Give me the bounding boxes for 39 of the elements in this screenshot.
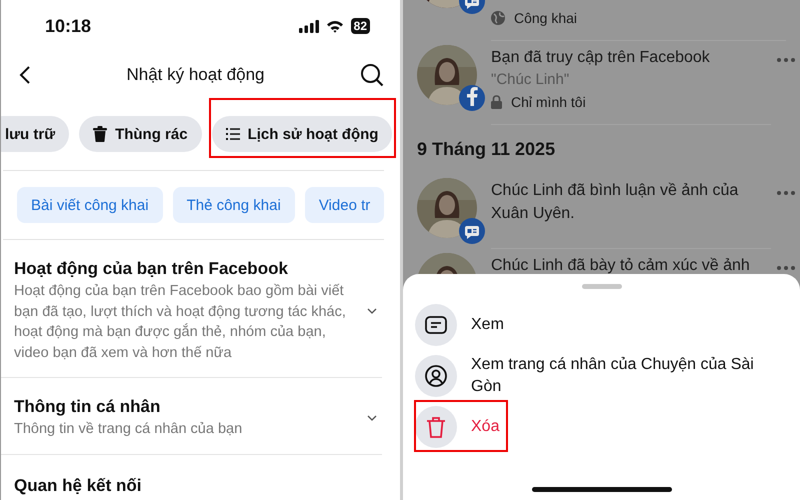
list-icon xyxy=(226,128,240,140)
signal-icon xyxy=(298,20,319,32)
battery-level: 82 xyxy=(350,18,370,34)
privacy-label: Chỉ mình tôi xyxy=(511,94,586,110)
section-description: Thông tin về trang cá nhân của bạn xyxy=(14,420,244,439)
chevron-down-icon[interactable] xyxy=(367,308,377,314)
activity-text: Bạn đã truy cập trên Facebook xyxy=(491,48,711,68)
date-heading: 9 Tháng 11 2025 xyxy=(416,138,556,161)
section-title[interactable]: Hoạt động của bạn trên Facebook xyxy=(14,258,359,280)
privacy-label: Công khai xyxy=(514,10,578,26)
more-icon[interactable] xyxy=(777,58,795,62)
more-icon[interactable] xyxy=(777,266,795,270)
filter-chip[interactable]: lưu trữ xyxy=(1,116,70,152)
activity-text: Chúc Linh đã bình luận về ảnh của Xuân Uyên. xyxy=(491,181,740,224)
wifi-icon xyxy=(326,20,344,32)
drag-handle[interactable] xyxy=(582,284,622,289)
section-description: Hoạt động của bạn trên Facebook bao gồm bài viết bạn đã tạo, lượt thích và hoạt động tương tác khác, hoạt động mà bạn được gắn thẻ, nhóm của bạn, video bạn đã xem và hơn thế nữa xyxy=(14,282,347,362)
section-title[interactable]: Quan hệ kết nối xyxy=(14,474,364,496)
filter-chip[interactable]: Thùng rác xyxy=(79,116,202,152)
activity-detail: "Chúc Linh" xyxy=(491,70,570,90)
section-title[interactable]: Thông tin cá nhân xyxy=(14,396,359,418)
category-tab[interactable]: Video tr xyxy=(304,187,384,223)
profile-icon xyxy=(425,365,447,387)
page-title: Nhật ký hoạt động xyxy=(126,65,266,85)
search-icon[interactable] xyxy=(360,63,384,87)
activity-text: Chúc Linh đã bày tỏ cảm xúc về ảnh xyxy=(491,256,751,276)
chevron-down-icon[interactable] xyxy=(367,414,377,421)
menu-item[interactable]: Xem trang cá nhân của Chuyện của Sài Gòn xyxy=(415,354,788,398)
menu-item[interactable]: Xóa xyxy=(415,406,788,448)
card-icon xyxy=(425,316,447,334)
back-icon[interactable] xyxy=(19,65,31,85)
status-time: 10:18 xyxy=(45,16,92,36)
menu-item[interactable]: Xem xyxy=(415,304,788,346)
trash-icon xyxy=(426,416,446,438)
category-tab[interactable]: Thẻ công khai xyxy=(172,187,295,223)
trash-icon xyxy=(93,126,108,142)
filter-chip[interactable]: Lịch sử hoạt động xyxy=(212,116,392,152)
more-icon[interactable] xyxy=(777,191,795,195)
category-tab[interactable]: Bài viết công khai xyxy=(17,187,163,223)
